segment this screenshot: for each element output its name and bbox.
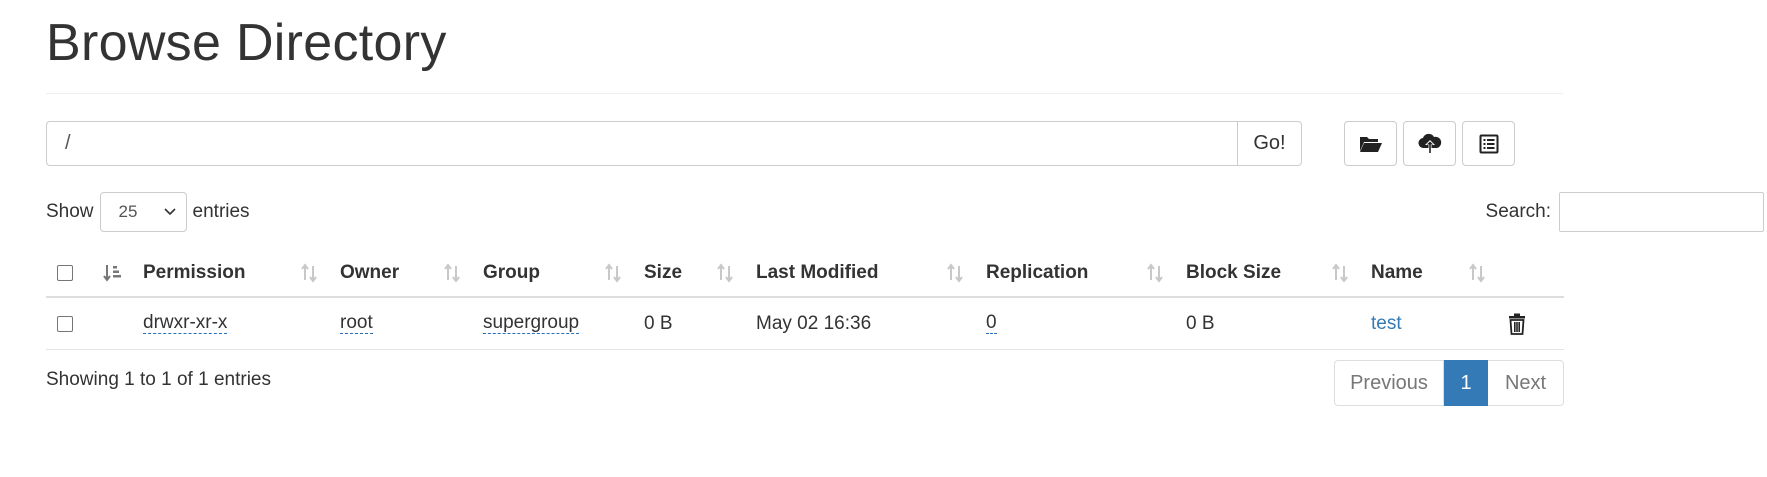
column-header-permission[interactable]: Permission [143, 250, 245, 296]
path-input[interactable] [46, 121, 1237, 166]
sort-both-icon [1146, 250, 1164, 296]
select-all-checkbox[interactable] [57, 250, 73, 296]
search-label: Search: [1485, 201, 1551, 222]
cell-group[interactable]: supergroup [483, 298, 580, 349]
cell-block-size: 0 B [1186, 312, 1215, 334]
show-label: Show [46, 201, 94, 222]
upload-files-button[interactable] [1403, 121, 1456, 166]
search-input[interactable] [1559, 192, 1764, 232]
sort-amount-asc-icon [103, 265, 121, 282]
column-header-block-size[interactable]: Block Size [1186, 250, 1281, 296]
entries-label: entries [192, 201, 250, 222]
page-title: Browse Directory [46, 14, 447, 72]
row-checkbox[interactable] [57, 298, 73, 349]
delete-button[interactable] [1508, 298, 1526, 349]
cloud-upload-icon [1417, 133, 1441, 153]
cell-owner[interactable]: root [340, 298, 373, 349]
owner-value[interactable]: root [340, 313, 373, 334]
replication-value[interactable]: 0 [986, 313, 997, 334]
search-box: Search: [1486, 192, 1764, 232]
folder-open-icon [1359, 136, 1382, 152]
page-1-button[interactable]: 1 [1444, 360, 1488, 406]
column-header-group[interactable]: Group [483, 250, 540, 296]
sort-both-icon [443, 250, 461, 296]
table-header: Permission Owner Group Size Last Modifie… [46, 250, 1564, 298]
sort-column-button[interactable] [103, 250, 123, 296]
column-header-last-modified[interactable]: Last Modified [756, 250, 878, 296]
sort-both-icon [604, 250, 622, 296]
chevron-down-icon [163, 208, 176, 216]
trash-icon [1509, 313, 1525, 335]
table-info: Showing 1 to 1 of 1 entries [46, 369, 271, 390]
sort-both-icon [716, 250, 734, 296]
group-value[interactable]: supergroup [483, 313, 580, 334]
browse-directory-page: Browse Directory Go! Show [0, 0, 1767, 477]
sort-both-icon [946, 250, 964, 296]
column-header-size[interactable]: Size [644, 250, 682, 296]
length-menu: Show 25 entries [46, 192, 250, 232]
go-button[interactable]: Go! [1237, 121, 1302, 166]
entries-select[interactable]: 25 [99, 192, 187, 232]
next-page-button[interactable]: Next [1488, 360, 1564, 406]
previous-page-button[interactable]: Previous [1334, 360, 1444, 406]
permission-value[interactable]: drwxr-xr-x [143, 313, 228, 334]
sort-both-icon [300, 250, 318, 296]
column-header-name[interactable]: Name [1371, 250, 1423, 296]
title-divider [46, 93, 1563, 94]
list-alt-icon [1479, 134, 1498, 153]
table-row: drwxr-xr-x root supergroup 0 B May 02 16… [46, 298, 1564, 350]
cell-replication[interactable]: 0 [986, 298, 997, 349]
column-header-replication[interactable]: Replication [986, 250, 1088, 296]
cell-last-modified: May 02 16:36 [756, 312, 872, 334]
cut-paste-button[interactable] [1462, 121, 1515, 166]
path-bar: Go! [46, 121, 1302, 166]
column-header-owner[interactable]: Owner [340, 250, 399, 296]
pagination: Previous 1 Next [1334, 360, 1564, 406]
file-name-link[interactable]: test [1371, 298, 1402, 349]
sort-both-icon [1331, 250, 1349, 296]
sort-both-icon [1468, 250, 1486, 296]
cell-permission[interactable]: drwxr-xr-x [143, 298, 228, 349]
entries-select-value: 25 [118, 202, 138, 221]
cell-size: 0 B [644, 312, 673, 334]
create-directory-button[interactable] [1344, 121, 1397, 166]
